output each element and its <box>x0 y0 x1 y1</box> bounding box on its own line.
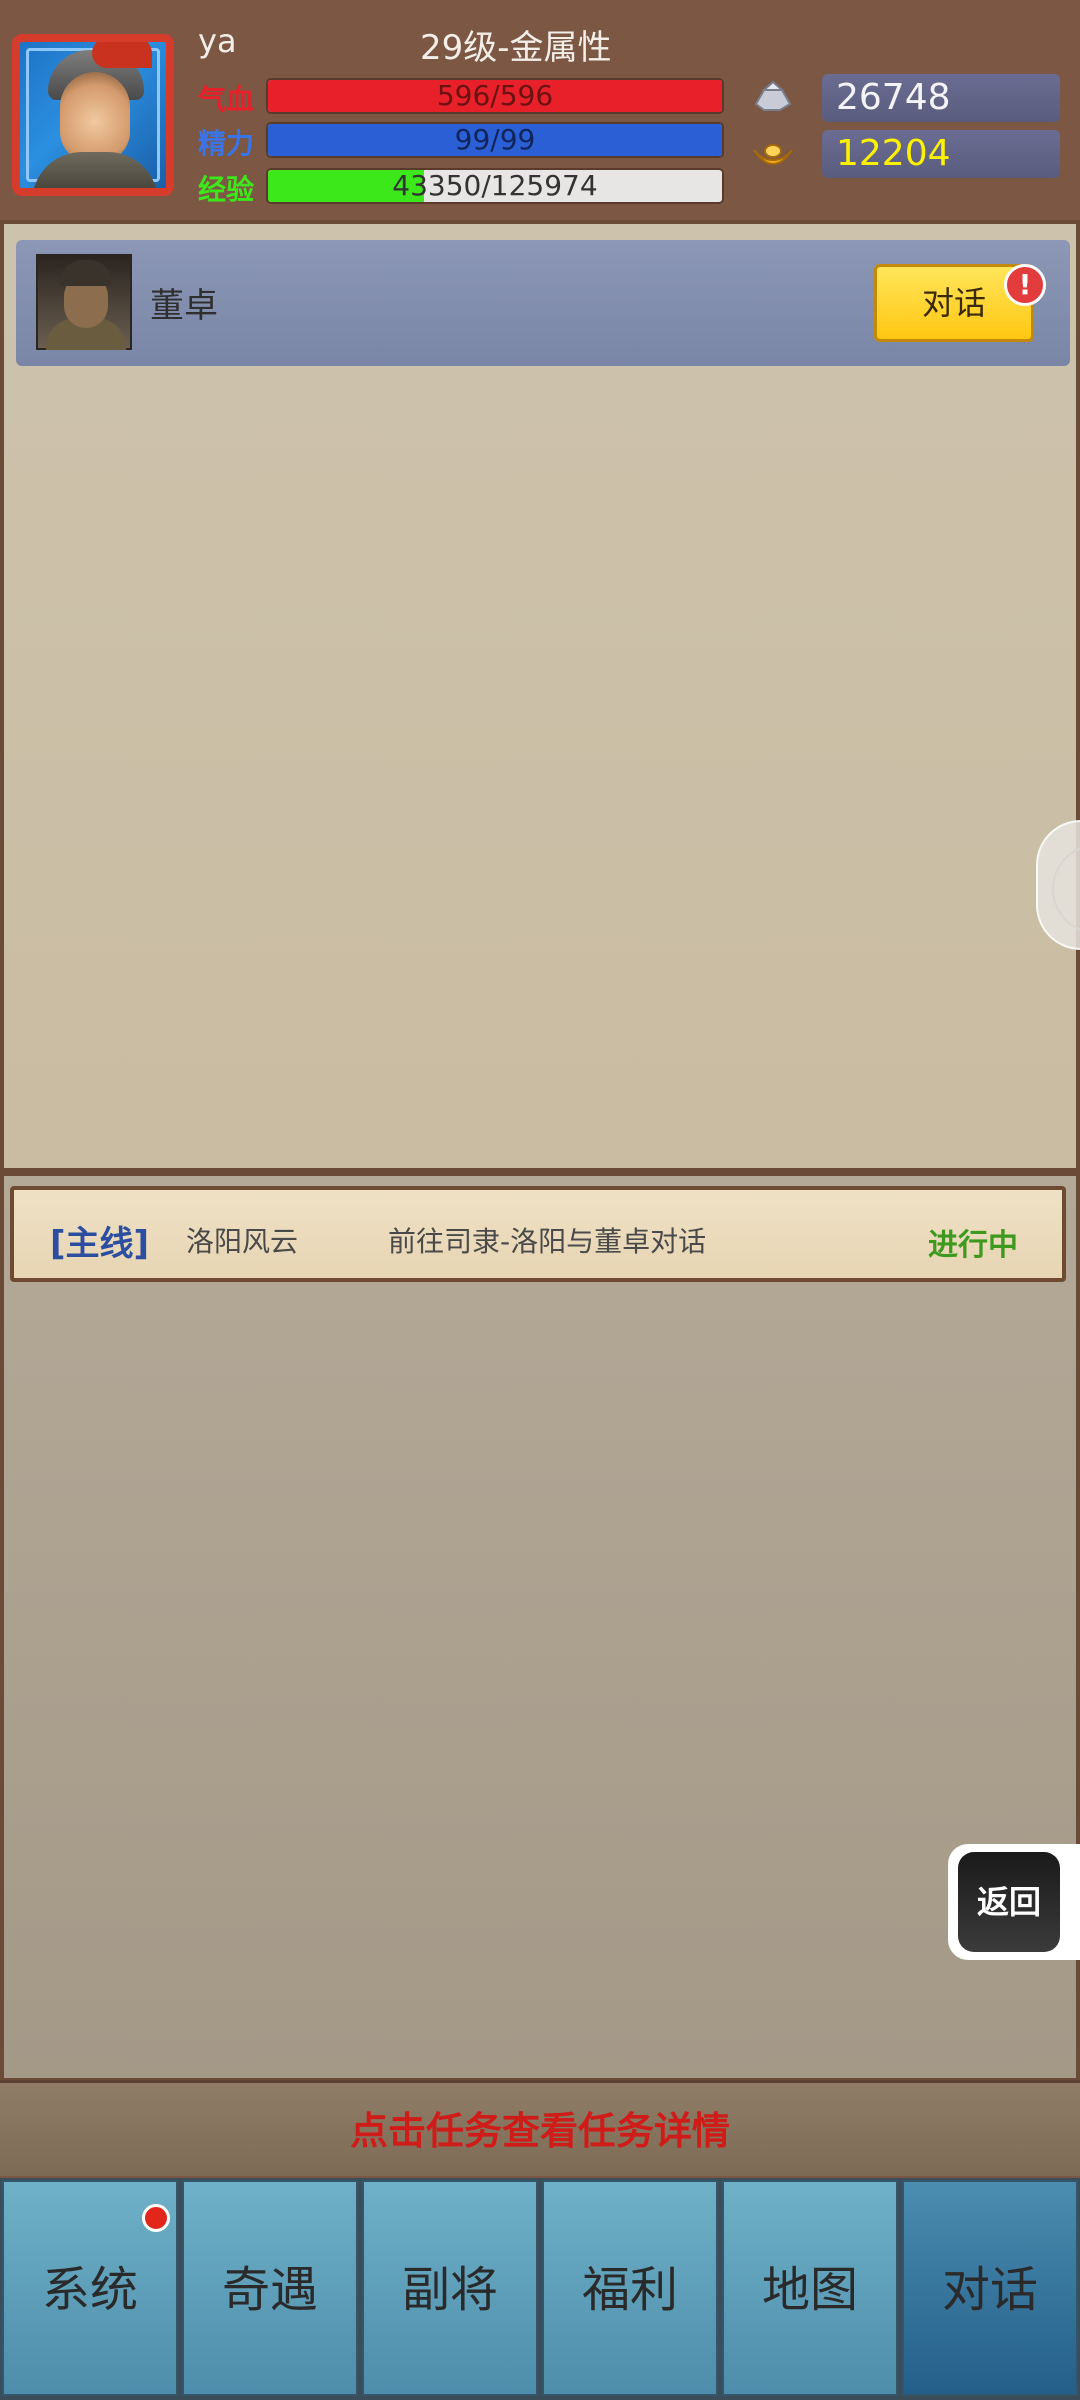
nav-lieutenant-label: 副将 <box>401 2262 498 2318</box>
player-header: ya 29级-金属性 气血 596/596 精力 99/99 经验 43350/… <box>0 0 1080 220</box>
nav-map-label: 地图 <box>761 2262 858 2318</box>
mp-value: 99/99 <box>454 123 536 156</box>
nav-welfare-label: 福利 <box>581 2262 678 2318</box>
quest-description: 前往司隶-洛阳与董卓对话 <box>388 1225 707 1258</box>
avatar-plume <box>92 42 152 68</box>
mp-label: 精力 <box>198 127 255 160</box>
xp-label: 经验 <box>198 173 255 206</box>
npc-row[interactable]: 董卓 对话 <box>16 240 1070 366</box>
hint-text: 点击任务查看任务详情 <box>349 2109 730 2153</box>
quest-item[interactable]: [主线] 洛阳风云 前往司隶-洛阳与董卓对话 进行中 <box>10 1186 1066 1282</box>
quest-panel <box>0 1172 1080 2082</box>
npc-name: 董卓 <box>150 286 218 326</box>
silver-ingot-icon <box>754 80 792 111</box>
nav-system-button[interactable]: 系统 <box>2 2180 178 2396</box>
avatar-body <box>32 152 158 188</box>
avatar-face <box>60 72 130 162</box>
back-button[interactable]: 返回 <box>948 1844 1080 1960</box>
npc-panel: 董卓 对话 <box>0 220 1080 1172</box>
npc-portrait-hat <box>60 260 112 286</box>
quest-status: 进行中 <box>928 1228 1018 1263</box>
gold-ingot-icon <box>753 144 793 165</box>
hp-bar: 596/596 <box>266 78 724 114</box>
quest-name: 洛阳风云 <box>186 1225 299 1258</box>
player-level: 29级-金属性 <box>420 28 612 68</box>
hp-label: 气血 <box>198 83 255 116</box>
back-label: 返回 <box>958 1852 1060 1952</box>
nav-system-label: 系统 <box>41 2262 138 2318</box>
npc-portrait <box>36 254 132 350</box>
nav-adventure-button[interactable]: 奇遇 <box>182 2180 358 2396</box>
nav-lieutenant-button[interactable]: 副将 <box>362 2180 538 2396</box>
gold-value: 12204 <box>822 130 1060 178</box>
hp-value: 596/596 <box>436 79 554 112</box>
mp-bar: 99/99 <box>266 122 724 158</box>
nav-adventure-label: 奇遇 <box>221 2262 318 2318</box>
xp-bar: 43350/125974 <box>266 168 724 204</box>
nav-welfare-button[interactable]: 福利 <box>542 2180 718 2396</box>
hint-bar: 点击任务查看任务详情 <box>0 2080 1080 2176</box>
xp-value: 43350/125974 <box>392 169 598 202</box>
bottom-nav: 系统 奇遇 副将 福利 地图 对话 <box>0 2178 1080 2400</box>
alert-badge: ! <box>1004 264 1046 306</box>
silver-value: 26748 <box>822 74 1060 122</box>
player-name: ya <box>198 22 237 60</box>
player-avatar[interactable] <box>12 34 174 196</box>
nav-dialogue-button[interactable]: 对话 <box>902 2180 1078 2396</box>
notification-dot <box>142 2204 170 2232</box>
quest-type: [主线] <box>50 1224 150 1264</box>
nav-map-button[interactable]: 地图 <box>722 2180 898 2396</box>
nav-dialogue-label: 对话 <box>941 2262 1038 2318</box>
